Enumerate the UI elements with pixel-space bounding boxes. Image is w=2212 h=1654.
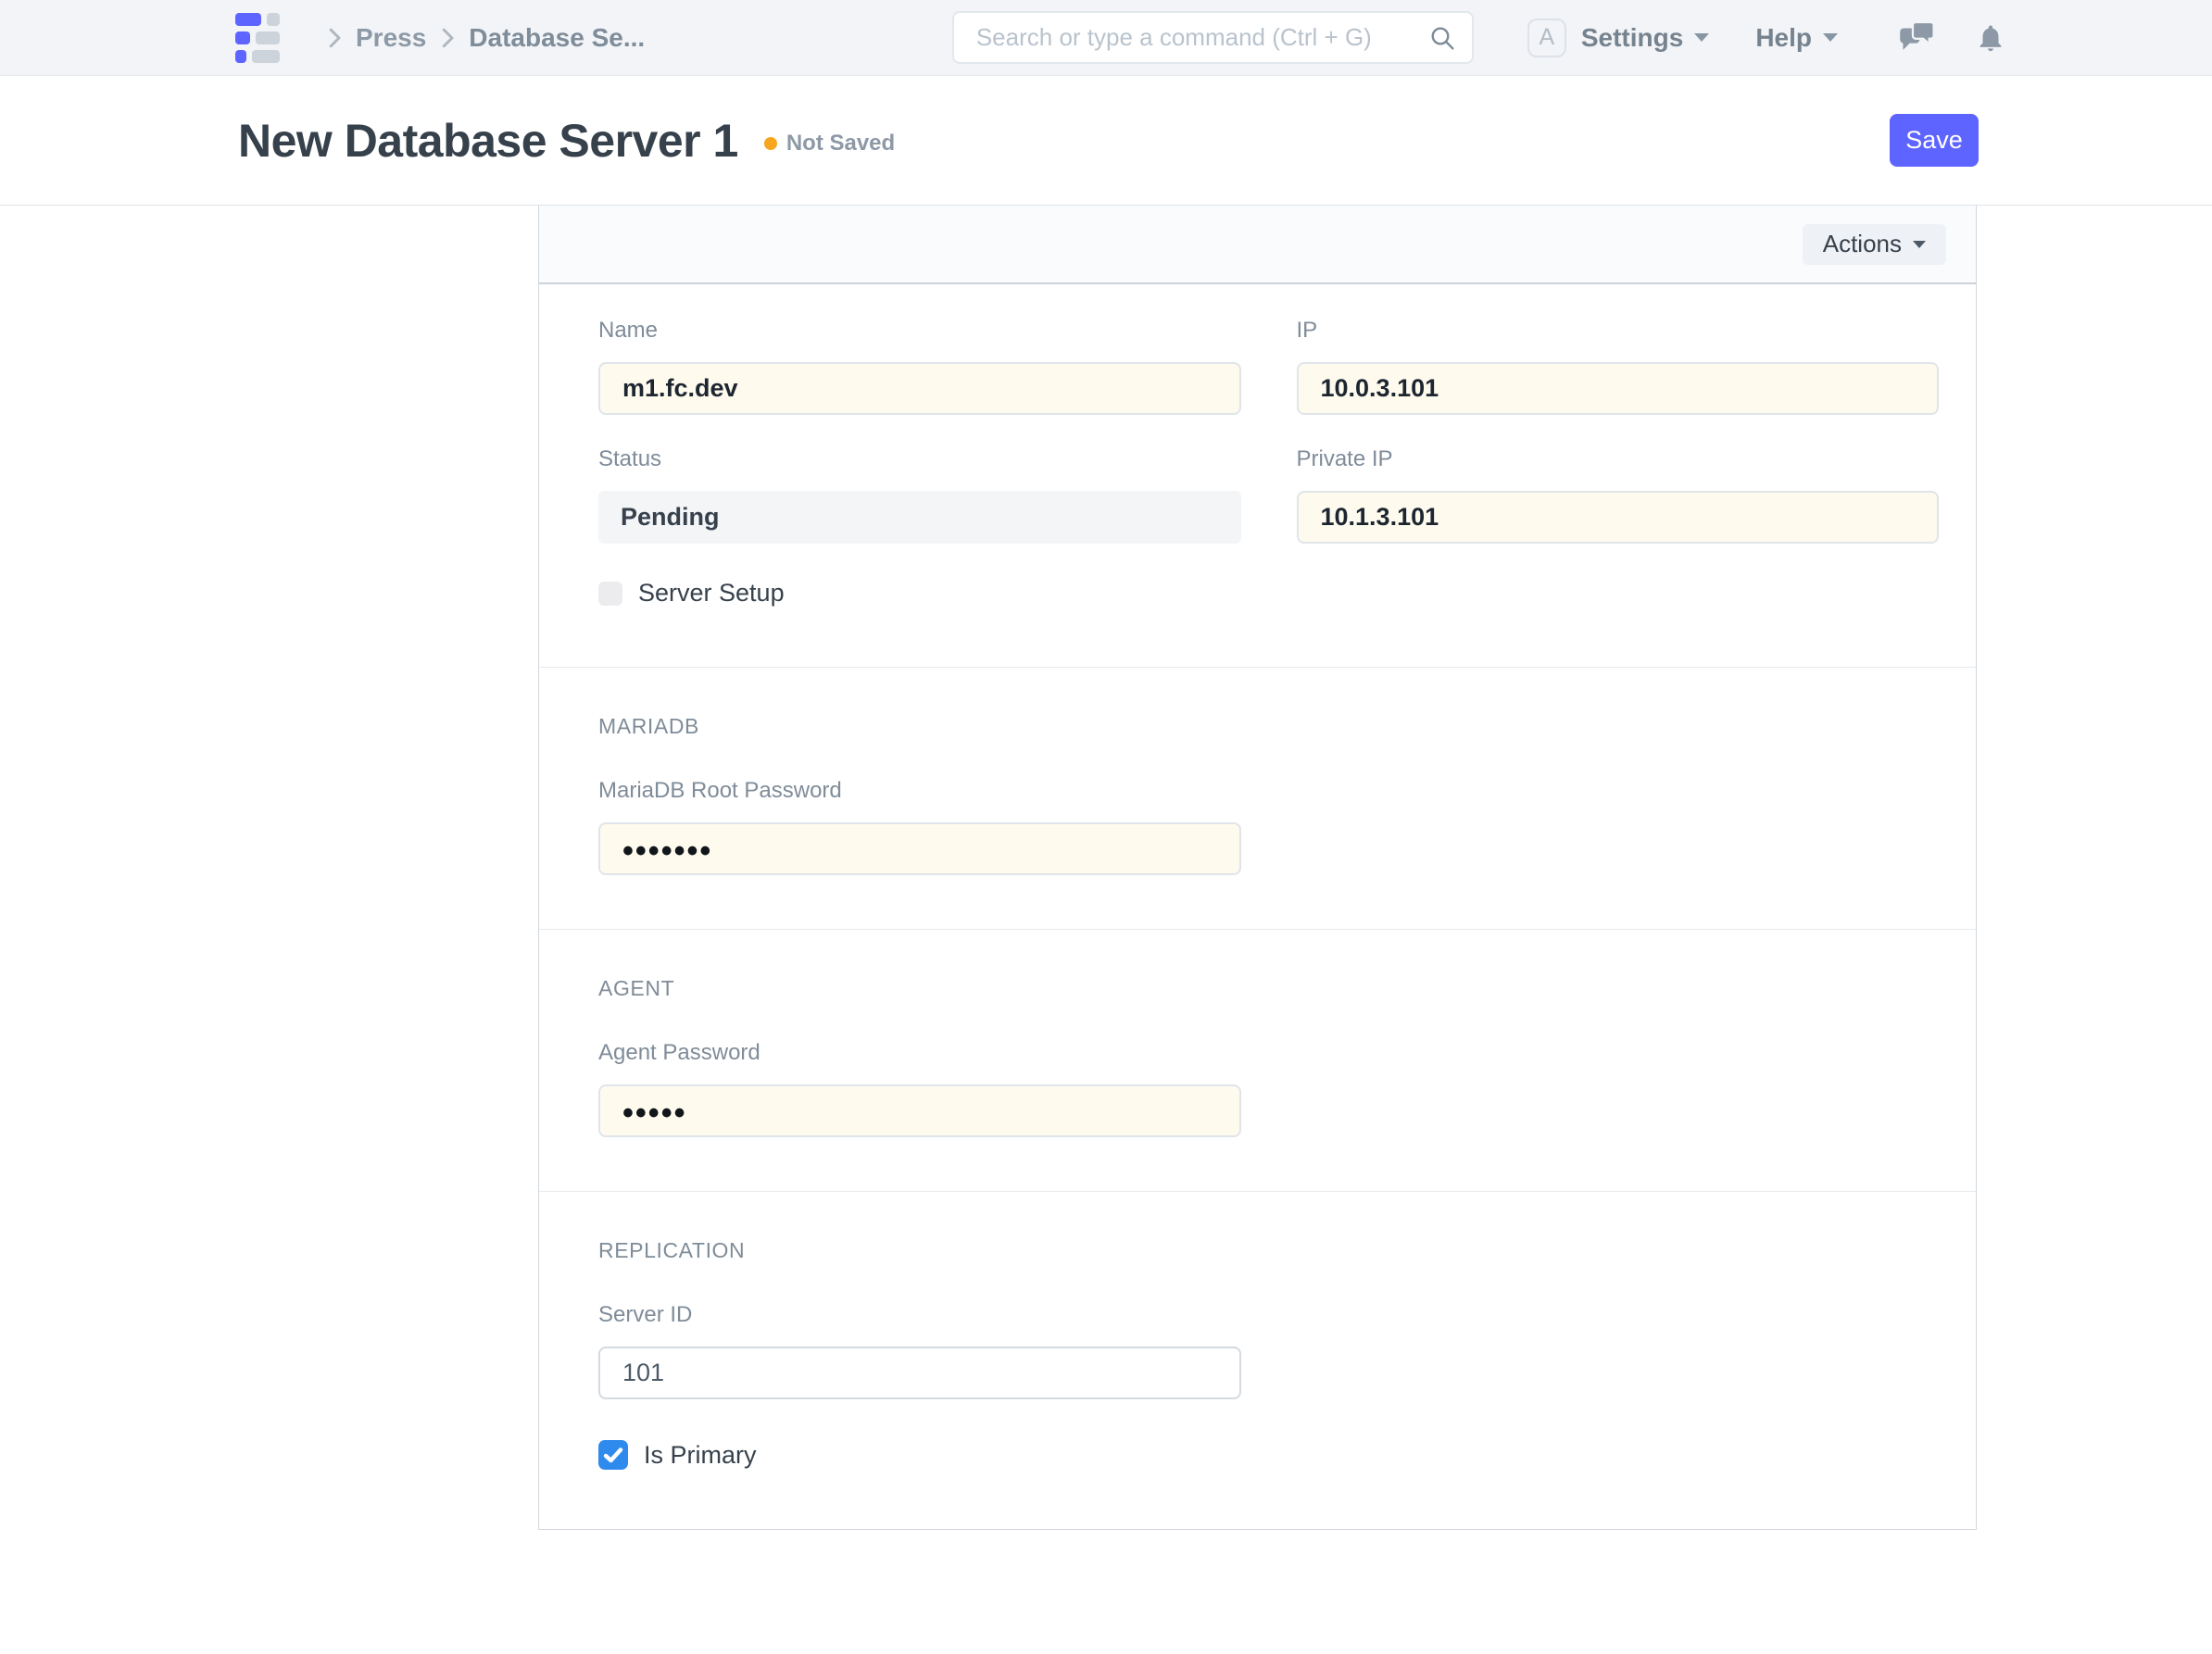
server-setup-checkbox: [598, 582, 622, 606]
breadcrumb-item-press[interactable]: Press: [356, 23, 426, 53]
field-agent-password: Agent Password: [598, 1040, 1241, 1137]
section-replication: REPLICATION Server ID Is Primary: [539, 1192, 1976, 1529]
settings-menu-label: Settings: [1581, 23, 1683, 53]
field-mariadb-root-password: MariaDB Root Password: [598, 778, 1241, 875]
chevron-down-icon: [1823, 33, 1838, 42]
avatar[interactable]: A: [1527, 19, 1566, 57]
page-title: New Database Server 1: [238, 114, 738, 168]
field-server-setup: Server Setup: [598, 579, 1939, 608]
is-primary-label: Is Primary: [644, 1441, 757, 1470]
server-setup-label: Server Setup: [638, 579, 785, 608]
navbar: Press Database Se... A Settings Help: [0, 0, 2212, 76]
help-menu-label: Help: [1755, 23, 1812, 53]
breadcrumb-item-database-servers[interactable]: Database Se...: [469, 23, 645, 53]
ip-input[interactable]: [1297, 362, 1940, 415]
mariadb-root-password-label: MariaDB Root Password: [598, 778, 1241, 804]
form-container: Actions Name IP Status Pending: [538, 206, 1977, 1530]
name-input[interactable]: [598, 362, 1241, 415]
avatar-letter: A: [1540, 24, 1555, 51]
status-value: Pending: [598, 491, 1241, 544]
global-search: [952, 11, 1474, 64]
actions-button-label: Actions: [1823, 230, 1902, 258]
server-id-input[interactable]: [598, 1347, 1241, 1399]
app-logo[interactable]: [235, 13, 280, 63]
private-ip-label: Private IP: [1297, 446, 1940, 472]
chat-icon[interactable]: [1897, 20, 1936, 56]
settings-menu[interactable]: Settings: [1581, 23, 1709, 53]
private-ip-input[interactable]: [1297, 491, 1940, 544]
unsaved-status-label: Not Saved: [786, 131, 895, 157]
agent-password-label: Agent Password: [598, 1040, 1241, 1066]
mariadb-root-password-input[interactable]: [598, 822, 1241, 875]
status-label: Status: [598, 446, 1241, 472]
field-ip: IP: [1297, 318, 1940, 415]
field-private-ip: Private IP: [1297, 446, 1940, 544]
search-input[interactable]: [952, 11, 1474, 64]
server-id-label: Server ID: [598, 1302, 1241, 1328]
breadcrumb-chevron-icon: [320, 24, 348, 52]
section-overview: Name IP Status Pending Private IP: [539, 284, 1976, 668]
section-agent: AGENT Agent Password: [539, 930, 1976, 1192]
form-page-body: Actions Name IP Status Pending: [0, 206, 2212, 1530]
field-is-primary: Is Primary: [598, 1440, 1939, 1470]
field-status: Status Pending: [598, 446, 1241, 544]
unsaved-indicator-dot: [764, 137, 777, 150]
agent-section-heading: AGENT: [598, 976, 1939, 1001]
search-icon: [1427, 23, 1457, 53]
chevron-down-icon: [1913, 241, 1926, 248]
agent-password-input[interactable]: [598, 1084, 1241, 1137]
page-head: New Database Server 1 Not Saved Save: [0, 76, 2212, 206]
mariadb-section-heading: MARIADB: [598, 714, 1939, 739]
field-name: Name: [598, 318, 1241, 415]
section-mariadb: MARIADB MariaDB Root Password: [539, 668, 1976, 930]
name-label: Name: [598, 318, 1241, 344]
breadcrumb-chevron-icon: [434, 24, 461, 52]
help-menu[interactable]: Help: [1755, 23, 1838, 53]
navbar-right-group: A Settings Help: [1527, 19, 2006, 57]
replication-section-heading: REPLICATION: [598, 1238, 1939, 1263]
chevron-down-icon: [1694, 33, 1709, 42]
actions-button[interactable]: Actions: [1803, 224, 1946, 265]
is-primary-checkbox[interactable]: [598, 1440, 628, 1470]
ip-label: IP: [1297, 318, 1940, 344]
form-toolbar: Actions: [539, 206, 1976, 284]
notifications-bell-icon[interactable]: [1975, 19, 2006, 56]
field-server-id: Server ID: [598, 1302, 1241, 1399]
save-button[interactable]: Save: [1890, 114, 1979, 167]
